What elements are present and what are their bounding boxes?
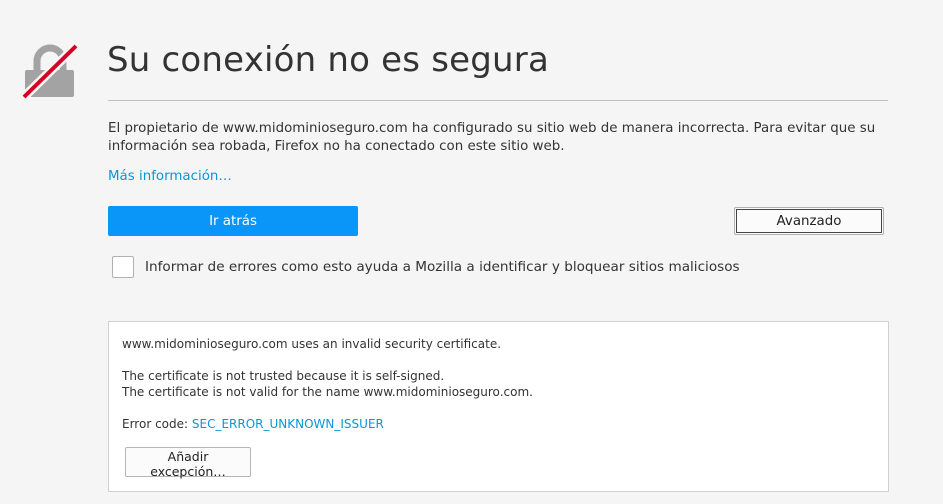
- report-errors-label[interactable]: Informar de errores como esto ayuda a Mo…: [145, 259, 740, 275]
- more-info-link[interactable]: Más información…: [108, 169, 232, 184]
- advanced-button[interactable]: Avanzado: [734, 207, 884, 235]
- title-divider: [108, 100, 888, 101]
- report-errors-row: Informar de errores como esto ayuda a Mo…: [112, 256, 740, 278]
- go-back-button[interactable]: Ir atrás: [108, 206, 358, 236]
- advanced-details-panel: www.midominioseguro.com uses an invalid …: [108, 321, 889, 492]
- page-title: Su conexión no es segura: [107, 40, 550, 80]
- error-code-link[interactable]: SEC_ERROR_UNKNOWN_ISSUER: [192, 417, 384, 431]
- error-code-label: Error code:: [122, 417, 189, 431]
- not-valid-name-text: The certificate is not valid for the nam…: [122, 385, 533, 399]
- report-errors-checkbox[interactable]: [112, 256, 134, 278]
- error-code-line: Error code: SEC_ERROR_UNKNOWN_ISSUER: [122, 416, 384, 432]
- error-page: Su conexión no es segura El propietario …: [0, 0, 943, 504]
- error-description: El propietario de www.midominioseguro.co…: [108, 121, 876, 154]
- invalid-cert-text: www.midominioseguro.com uses an invalid …: [122, 337, 502, 351]
- not-trusted-text: The certificate is not trusted because i…: [122, 369, 445, 383]
- broken-lock-icon: [20, 42, 80, 101]
- add-exception-button[interactable]: Añadir excepción…: [125, 447, 251, 479]
